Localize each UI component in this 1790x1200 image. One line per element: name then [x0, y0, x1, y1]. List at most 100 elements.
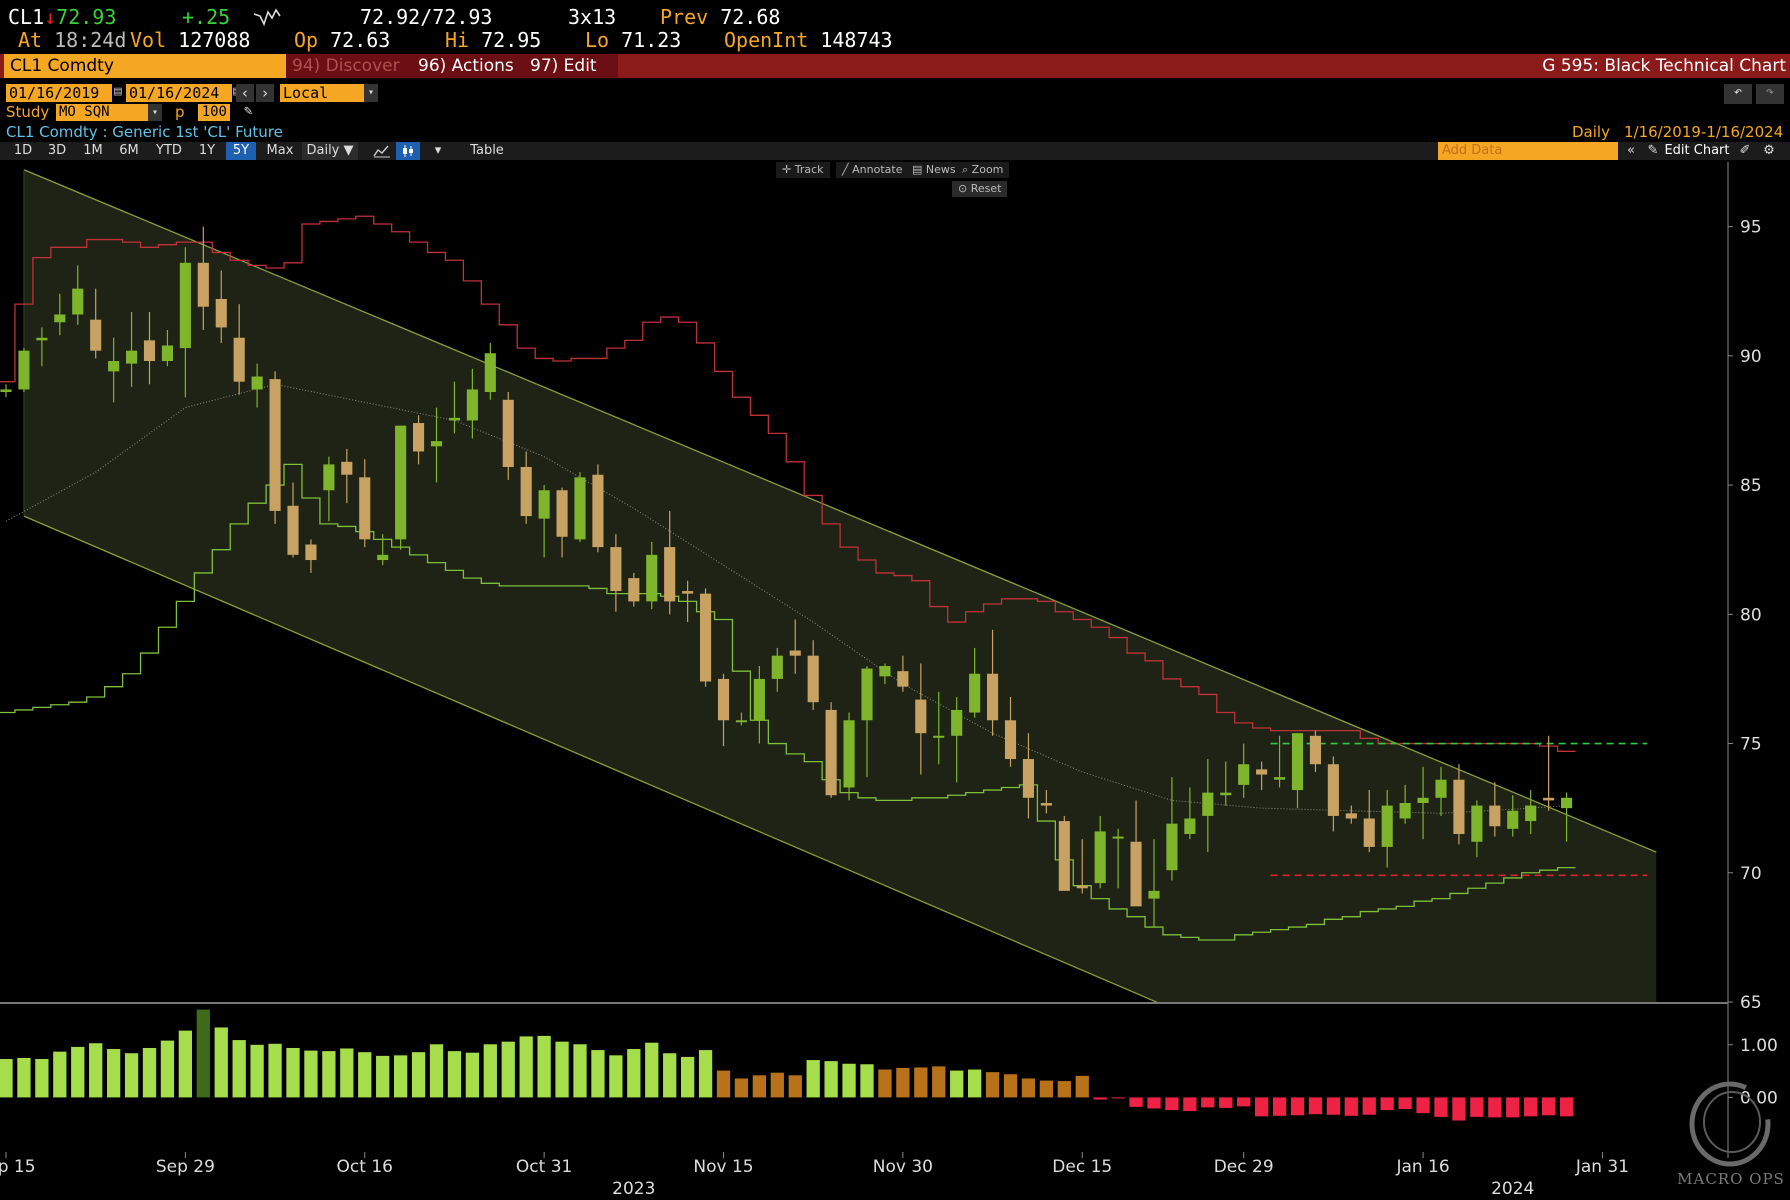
period-label-daily: Daily — [1572, 123, 1610, 141]
track-label: Track — [794, 163, 824, 176]
oscillator-bar — [214, 1027, 228, 1098]
candle-body — [484, 353, 496, 393]
period-input[interactable]: 100 — [198, 104, 230, 121]
candle — [0, 384, 12, 398]
oscillator-bar — [250, 1044, 264, 1098]
tab-ytd[interactable]: YTD — [152, 142, 186, 160]
frequency-select[interactable]: Daily ▼ — [302, 142, 358, 160]
candlestick-icon[interactable] — [396, 142, 420, 160]
candle-body — [1058, 821, 1070, 891]
candle — [951, 697, 963, 783]
edit-button[interactable]: 97) Edit — [524, 54, 618, 78]
candle — [520, 451, 532, 524]
candle — [610, 534, 622, 612]
oscillator-bar — [322, 1051, 336, 1098]
vol-value: 127088 — [178, 28, 251, 52]
oscillator-bar — [429, 1044, 444, 1098]
gear-icon[interactable]: ⚙ — [1760, 142, 1778, 160]
upper-band-line — [0, 215, 1576, 752]
candle — [1040, 790, 1052, 814]
price-chart[interactable]: 95 90 85 80 75 70 65 1.000.00 Sep 15 Sep 29 Oct … — [0, 0, 1790, 1200]
osc-tick-label: 1.00 — [1740, 1036, 1778, 1056]
undo-icon[interactable]: ↶ — [1724, 84, 1752, 104]
oscillator-bar — [1111, 1097, 1125, 1099]
pencil-icon[interactable]: ✎ — [1644, 142, 1662, 160]
levels-group — [1270, 742, 1648, 877]
candle-body — [305, 544, 317, 561]
candle-body — [1471, 805, 1483, 842]
chart-type-dropdown[interactable]: ▾ — [428, 142, 448, 160]
candle — [574, 472, 586, 542]
candle — [789, 619, 801, 674]
oscillator-bar — [788, 1075, 802, 1098]
candle — [395, 425, 407, 550]
oscillator-bar — [1416, 1097, 1430, 1114]
oscillator-bar — [842, 1063, 856, 1098]
tab-6m[interactable]: 6M — [114, 142, 144, 160]
tab-1y[interactable]: 1Y — [192, 142, 222, 160]
candle — [843, 712, 855, 801]
ticker[interactable]: CL1 — [8, 5, 44, 29]
line-chart-icon[interactable] — [370, 142, 394, 160]
end-date-field[interactable]: 01/16/2024 — [126, 84, 232, 102]
low: Lo 71.23 — [585, 29, 681, 51]
security-field[interactable]: CL1 Comdty — [4, 54, 288, 78]
candle-body — [359, 477, 371, 540]
oscillator-bar — [1326, 1097, 1341, 1115]
candle — [502, 392, 514, 480]
oscillator-group: 1.000.00 — [0, 1009, 1778, 1121]
candle — [1543, 735, 1555, 811]
candle-body — [1417, 797, 1429, 803]
redo-icon[interactable]: ↷ — [1756, 84, 1784, 104]
candle — [717, 673, 730, 747]
oscillator-bar — [1093, 1097, 1107, 1100]
tab-max[interactable]: Max — [262, 142, 298, 160]
news-tool[interactable]: ▤ News — [906, 162, 962, 178]
tab-table[interactable]: Table — [462, 142, 512, 160]
x-tick-label: Oct 16 — [337, 1157, 393, 1177]
x-tick-label: Nov 30 — [873, 1157, 933, 1177]
track-tool[interactable]: ✛ Track — [776, 162, 830, 178]
candle — [1471, 800, 1483, 858]
channel-fill — [23, 169, 1657, 1002]
candle — [108, 337, 120, 403]
discover-button[interactable]: 94) Discover — [286, 54, 412, 78]
tab-1d[interactable]: 1D — [8, 142, 38, 160]
tab-1m[interactable]: 1M — [78, 142, 108, 160]
candle-body — [538, 490, 550, 519]
chevron-down-icon[interactable]: ▾ — [148, 104, 162, 121]
oscillator-bar — [465, 1052, 480, 1098]
zoom-label: Zoom — [971, 163, 1004, 176]
candle-body — [1238, 764, 1250, 785]
start-date-field[interactable]: 01/16/2019 — [6, 84, 112, 102]
edit-chart-button[interactable]: Edit Chart — [1662, 142, 1732, 160]
reset-button[interactable]: ⊙ Reset — [952, 181, 1008, 197]
candle-body — [215, 298, 227, 328]
oscillator-bar — [1272, 1097, 1287, 1116]
prev-period-button[interactable]: ‹ — [236, 84, 254, 102]
next-period-button[interactable]: › — [256, 84, 274, 102]
annotate-tool[interactable]: ╱ Annotate — [836, 162, 909, 178]
currency-select[interactable]: Local CCY — [280, 84, 364, 120]
candle — [861, 666, 873, 778]
oscillator-bar — [1541, 1097, 1556, 1116]
reset-icon: ⊙ — [958, 182, 968, 195]
pencil-icon[interactable]: ✎ — [244, 103, 252, 119]
tab-3d[interactable]: 3D — [42, 142, 72, 160]
lower-band-line — [0, 463, 1576, 941]
actions-button[interactable]: 96) Actions — [412, 54, 528, 78]
chevron-down-icon[interactable]: ▾ — [364, 84, 378, 102]
draw-icon[interactable]: ✐ — [1736, 142, 1754, 160]
candle-body — [1112, 836, 1124, 839]
candle-body — [628, 578, 640, 602]
lo-value: 71.23 — [621, 28, 682, 52]
op-value: 72.63 — [330, 28, 391, 52]
zoom-tool[interactable]: ⌕ Zoom — [956, 162, 1010, 178]
collapse-icon[interactable]: « — [1622, 142, 1640, 160]
candle-body — [1166, 823, 1178, 871]
study-select[interactable]: MO SQN — [56, 104, 148, 121]
add-data-input[interactable]: Add Data — [1438, 142, 1618, 160]
tab-5y[interactable]: 5Y — [226, 142, 256, 160]
candle — [413, 415, 425, 465]
candle — [1220, 761, 1232, 806]
